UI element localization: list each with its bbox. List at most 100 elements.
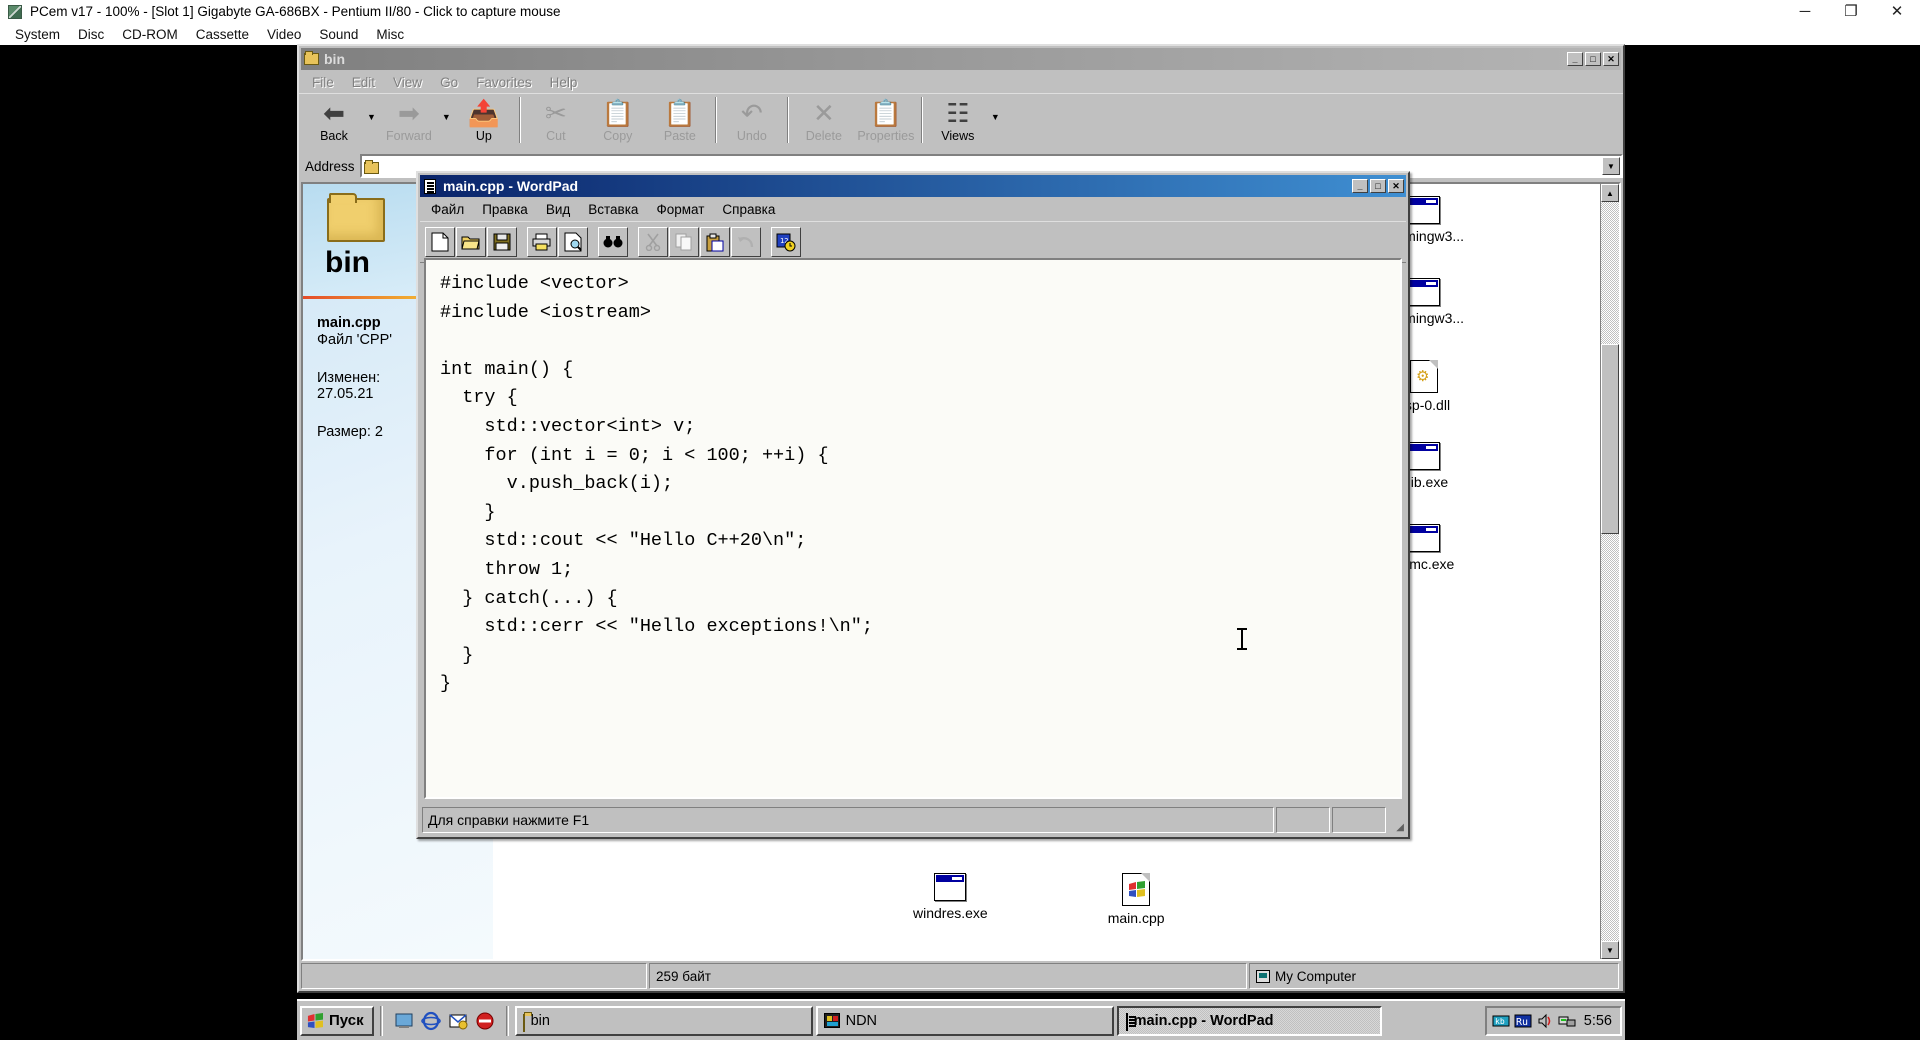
host-menu-bar[interactable]: System Disc CD-ROM Cassette Video Sound … bbox=[0, 23, 1920, 45]
explorer-menu-help[interactable]: Help bbox=[541, 73, 587, 92]
wordpad-open-button[interactable] bbox=[456, 227, 486, 257]
resize-grip-icon[interactable]: ◢ bbox=[1388, 807, 1404, 833]
taskbar[interactable]: Пуск bin NDN main.cpp - WordPad kb Ru 5:… bbox=[297, 999, 1625, 1040]
forward-dropdown-icon[interactable]: ▼ bbox=[442, 112, 451, 122]
views-dropdown-icon[interactable]: ▼ bbox=[991, 112, 1000, 122]
scroll-up-button[interactable]: ▲ bbox=[1601, 184, 1619, 202]
explorer-minimize-button[interactable]: _ bbox=[1567, 52, 1583, 66]
host-menu-sound[interactable]: Sound bbox=[310, 26, 367, 43]
explorer-window-controls[interactable]: _ □ ✕ bbox=[1567, 52, 1621, 66]
media-player-icon[interactable] bbox=[474, 1010, 496, 1032]
wordpad-find-button[interactable] bbox=[598, 227, 628, 257]
list-item[interactable]: windres.exe bbox=[913, 867, 988, 949]
ru-language-icon[interactable]: Ru bbox=[1514, 1012, 1532, 1030]
toolbar-paste-button[interactable]: 📋 Paste bbox=[649, 94, 711, 148]
webview-folder-name: bin bbox=[325, 246, 370, 279]
host-close-button[interactable]: ✕ bbox=[1874, 0, 1920, 23]
explorer-close-button[interactable]: ✕ bbox=[1603, 52, 1619, 66]
toolbar-up-button[interactable]: 📤 Up bbox=[453, 94, 515, 148]
system-tray[interactable]: kb Ru 5:56 bbox=[1484, 1005, 1622, 1036]
list-item[interactable]: main.cpp bbox=[1108, 867, 1165, 949]
host-menu-misc[interactable]: Misc bbox=[367, 26, 413, 43]
scrollbar-thumb[interactable] bbox=[1601, 344, 1619, 534]
toolbar-copy-button[interactable]: 📋 Copy bbox=[587, 94, 649, 148]
wordpad-title-bar[interactable]: main.cpp - WordPad _ □ ✕ bbox=[420, 175, 1406, 197]
wordpad-window-controls[interactable]: _ □ ✕ bbox=[1352, 179, 1406, 193]
quick-launch-bar[interactable] bbox=[389, 1010, 500, 1032]
explorer-menu-file[interactable]: File bbox=[303, 73, 343, 92]
wordpad-menu-insert[interactable]: Вставка bbox=[579, 200, 647, 219]
host-menu-system[interactable]: System bbox=[6, 26, 69, 43]
explorer-menu-favorites[interactable]: Favorites bbox=[467, 73, 541, 92]
explorer-menu-go[interactable]: Go bbox=[431, 73, 467, 92]
wordpad-date-time-button[interactable]: 12 bbox=[771, 227, 801, 257]
wordpad-minimize-button[interactable]: _ bbox=[1352, 179, 1368, 193]
host-menu-disc[interactable]: Disc bbox=[69, 26, 113, 43]
host-maximize-button[interactable]: ❐ bbox=[1828, 0, 1874, 23]
wordpad-toolbar[interactable]: 12 bbox=[420, 221, 1406, 263]
volume-icon[interactable] bbox=[1536, 1012, 1554, 1030]
host-menu-cassette[interactable]: Cassette bbox=[187, 26, 258, 43]
wordpad-menu-file[interactable]: Файл bbox=[422, 200, 473, 219]
host-menu-cdrom[interactable]: CD-ROM bbox=[113, 26, 187, 43]
files-scrollbar[interactable]: ▲ ▼ bbox=[1600, 184, 1619, 959]
scrollbar-track[interactable] bbox=[1601, 202, 1619, 941]
explorer-toolbar[interactable]: ⬅ Back ▼ ➡ Forward ▼ 📤 Up ✂ Cut 📋 Copy 📋… bbox=[299, 93, 1623, 151]
explorer-title-bar[interactable]: bin _ □ ✕ bbox=[301, 48, 1621, 70]
wordpad-menu-bar[interactable]: Файл Правка Вид Вставка Формат Справка bbox=[418, 199, 1408, 220]
toolbar-views-button[interactable]: ☷ Views bbox=[927, 94, 989, 148]
task-button-bin[interactable]: bin bbox=[514, 1005, 813, 1036]
vm-screen[interactable]: bin _ □ ✕ File Edit View Go Favorites He… bbox=[0, 44, 1920, 1040]
toolbar-cut-button[interactable]: ✂ Cut bbox=[525, 94, 587, 148]
toolbar-up-label: Up bbox=[475, 129, 492, 143]
wordpad-menu-edit[interactable]: Правка bbox=[473, 200, 537, 219]
explorer-maximize-button[interactable]: □ bbox=[1585, 52, 1601, 66]
taskbar-clock[interactable]: 5:56 bbox=[1584, 1013, 1612, 1029]
forward-arrow-icon: ➡ bbox=[398, 98, 420, 128]
host-window-controls[interactable]: ─ ❐ ✕ bbox=[1782, 0, 1920, 23]
toolbar-forward-button[interactable]: ➡ Forward bbox=[378, 94, 440, 148]
start-button[interactable]: Пуск bbox=[300, 1005, 374, 1036]
host-menu-video[interactable]: Video bbox=[258, 26, 310, 43]
back-dropdown-icon[interactable]: ▼ bbox=[367, 112, 376, 122]
wordpad-print-button[interactable] bbox=[527, 227, 557, 257]
task-button-wordpad[interactable]: main.cpp - WordPad bbox=[1116, 1005, 1382, 1036]
show-desktop-icon[interactable] bbox=[393, 1010, 415, 1032]
wordpad-cut-button[interactable] bbox=[638, 227, 668, 257]
wordpad-close-button[interactable]: ✕ bbox=[1388, 179, 1404, 193]
explorer-menu-edit[interactable]: Edit bbox=[343, 73, 384, 92]
network-icon[interactable] bbox=[1558, 1012, 1576, 1030]
up-folder-icon: 📤 bbox=[467, 98, 501, 128]
undo-icon bbox=[738, 237, 754, 248]
toolbar-undo-button[interactable]: ↶ Undo bbox=[721, 94, 783, 148]
wordpad-maximize-button[interactable]: □ bbox=[1370, 179, 1386, 193]
explorer-menu-bar[interactable]: File Edit View Go Favorites Help bbox=[299, 72, 1623, 93]
wordpad-document-area[interactable]: #include <vector> #include <iostream> in… bbox=[424, 258, 1402, 799]
wordpad-save-button[interactable] bbox=[487, 227, 517, 257]
internet-explorer-icon[interactable] bbox=[420, 1010, 442, 1032]
wordpad-window[interactable]: main.cpp - WordPad _ □ ✕ Файл Правка Вид… bbox=[416, 171, 1410, 839]
document-text[interactable]: #include <vector> #include <iostream> in… bbox=[440, 270, 1400, 699]
wordpad-new-button[interactable] bbox=[425, 227, 455, 257]
wordpad-print-preview-button[interactable] bbox=[558, 227, 588, 257]
toolbar-delete-button[interactable]: ✕ Delete bbox=[793, 94, 855, 148]
wordpad-menu-format[interactable]: Формат bbox=[647, 200, 713, 219]
toolbar-properties-button[interactable]: 📋 Properties bbox=[855, 94, 917, 148]
task-button-ndn[interactable]: NDN bbox=[815, 1005, 1114, 1036]
scroll-down-button[interactable]: ▼ bbox=[1601, 941, 1619, 959]
wordpad-undo-button[interactable] bbox=[731, 227, 761, 257]
keyboard-layout-icon[interactable]: kb bbox=[1492, 1012, 1510, 1030]
wordpad-paste-button[interactable] bbox=[700, 227, 730, 257]
explorer-menu-view[interactable]: View bbox=[384, 73, 431, 92]
windows-logo-icon bbox=[1129, 881, 1146, 897]
document-icon bbox=[1125, 1012, 1128, 1031]
wordpad-menu-help[interactable]: Справка bbox=[713, 200, 784, 219]
host-minimize-button[interactable]: ─ bbox=[1782, 0, 1828, 23]
chevron-down-icon[interactable]: ▼ bbox=[1602, 157, 1620, 175]
outlook-express-icon[interactable] bbox=[447, 1010, 469, 1032]
wordpad-copy-button[interactable] bbox=[669, 227, 699, 257]
wordpad-menu-view[interactable]: Вид bbox=[537, 200, 579, 219]
print-icon bbox=[532, 233, 551, 251]
toolbar-back-button[interactable]: ⬅ Back bbox=[303, 94, 365, 148]
list-item-label: main.cpp bbox=[1107, 910, 1165, 926]
